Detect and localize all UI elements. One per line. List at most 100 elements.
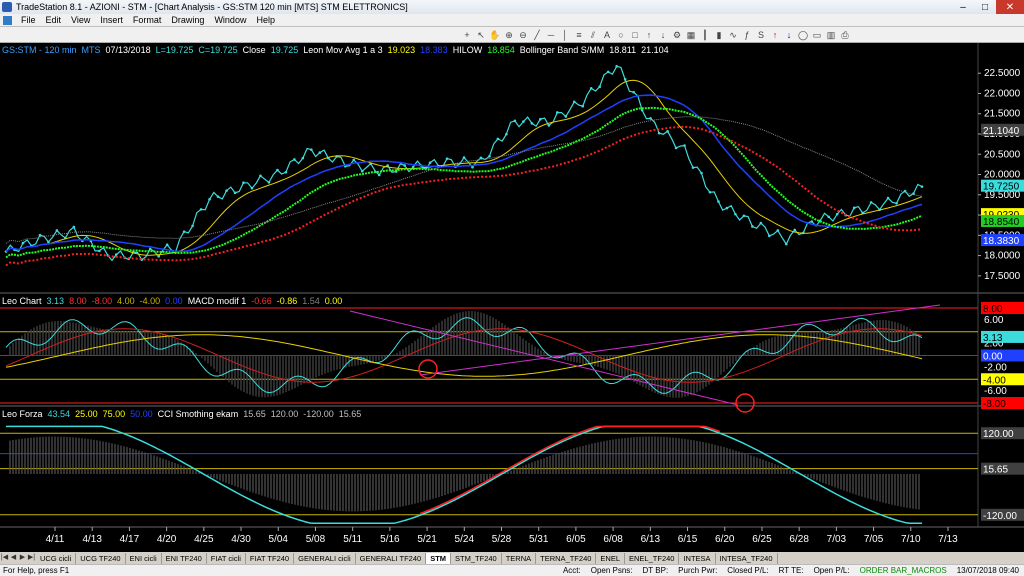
toolbar-row: + ↖ ✋ ⊕ ⊖ ╱ ─ │ ≡ ⫽ A ○ □ ↑ ↓ ⚙ ▦ ┃ ▮ ∿ … bbox=[0, 27, 1024, 43]
chart-area[interactable]: 22.500022.000021.500021.000020.500020.00… bbox=[0, 43, 1024, 552]
macd-header-label-5: -4.00 bbox=[139, 296, 161, 306]
tab-intesa-tf240[interactable]: INTESA_TF240 bbox=[716, 552, 778, 564]
close-price-point bbox=[310, 148, 313, 151]
tab-enel[interactable]: ENEL bbox=[596, 552, 626, 564]
x-tick-label: 5/11 bbox=[343, 534, 362, 545]
menu-view[interactable]: View bbox=[66, 15, 95, 25]
close-price-point bbox=[496, 137, 500, 141]
status-macros[interactable]: ORDER BAR_MACROS bbox=[855, 566, 952, 575]
menu-insert[interactable]: Insert bbox=[95, 15, 128, 25]
price-header-label-0: GS:STM - 120 min bbox=[2, 45, 77, 55]
close-price-point bbox=[225, 189, 228, 193]
ellipse-icon[interactable]: ○ bbox=[615, 29, 627, 41]
gear-icon[interactable]: ⚙ bbox=[671, 29, 683, 41]
price-value-box-label: 21.1040 bbox=[983, 126, 1020, 137]
macd-highlight-circle bbox=[418, 359, 438, 379]
insert-indicator-icon[interactable]: ƒ bbox=[741, 29, 753, 41]
close-price-point bbox=[157, 255, 160, 258]
tab-generali-cicli[interactable]: GENERALI cicli bbox=[294, 552, 356, 564]
bollinger-line bbox=[5, 116, 923, 244]
maximize-button[interactable]: □ bbox=[974, 0, 996, 14]
circle-icon[interactable]: ◯ bbox=[797, 29, 809, 41]
tab-ucg-cicli[interactable]: UCG cicli bbox=[36, 552, 77, 564]
macd-header-label-4: 4.00 bbox=[117, 296, 135, 306]
fibonacci-icon[interactable]: ≡ bbox=[573, 29, 585, 41]
tab-enel-tf240[interactable]: ENEL_TF240 bbox=[625, 552, 680, 564]
tab-intesa[interactable]: INTESA bbox=[679, 552, 716, 564]
close-price-point bbox=[191, 224, 194, 228]
hand-icon[interactable]: ✋ bbox=[489, 29, 501, 41]
tab-generali-tf240[interactable]: GENERALI TF240 bbox=[356, 552, 427, 564]
close-price-point bbox=[72, 225, 76, 229]
price-tick-label: 22.0000 bbox=[984, 88, 1021, 99]
rectangle-icon[interactable]: □ bbox=[629, 29, 641, 41]
tab-last-icon[interactable]: ▶| bbox=[27, 553, 36, 563]
menu-format[interactable]: Format bbox=[128, 15, 167, 25]
menu-bar: File Edit View Insert Format Drawing Win… bbox=[0, 14, 1024, 27]
tradestation-window: TradeStation 8.1 - AZIONI - STM - [Chart… bbox=[0, 0, 1024, 576]
tab-eni-cicli[interactable]: ENI cicli bbox=[126, 552, 162, 564]
x-tick-label: 6/08 bbox=[603, 534, 623, 545]
arrow-down-icon[interactable]: ↓ bbox=[657, 29, 669, 41]
status-purch-pwr: Purch Pwr: bbox=[678, 566, 718, 575]
tab-fiat-tf240[interactable]: FIAT TF240 bbox=[246, 552, 295, 564]
tab-stm-tf240[interactable]: STM_TF240 bbox=[451, 552, 502, 564]
macd-header-label-9: -0.86 bbox=[276, 296, 298, 306]
close-button[interactable]: ✕ bbox=[996, 0, 1024, 14]
horizontal-line-icon[interactable]: ─ bbox=[545, 29, 557, 41]
macd-value-box-label: 0.00 bbox=[983, 352, 1003, 363]
menu-edit[interactable]: Edit bbox=[41, 15, 67, 25]
close-price-point bbox=[869, 201, 873, 204]
menu-drawing[interactable]: Drawing bbox=[166, 15, 209, 25]
price-header-label-1: MTS bbox=[81, 45, 101, 55]
minimize-button[interactable]: – bbox=[952, 0, 974, 14]
red-arrow-icon[interactable]: ↑ bbox=[769, 29, 781, 41]
status-bar: For Help, press F1 Acct: Open Psns: DT B… bbox=[0, 564, 1024, 576]
price-tick-label: 17.5000 bbox=[984, 271, 1021, 282]
channel-icon[interactable]: ⫽ bbox=[587, 29, 599, 41]
tab-terna[interactable]: TERNA bbox=[502, 552, 537, 564]
forza-header-label-8: -120.00 bbox=[303, 409, 334, 419]
tab-terna-tf240[interactable]: TERNA_TF240 bbox=[536, 552, 597, 564]
tab-next-icon[interactable]: ▶ bbox=[18, 553, 27, 563]
tab-stm[interactable]: STM bbox=[426, 552, 452, 564]
menu-file[interactable]: File bbox=[16, 15, 41, 25]
grid-icon[interactable]: ▦ bbox=[685, 29, 697, 41]
tab-fiat-cicli[interactable]: FIAT cicli bbox=[207, 552, 246, 564]
pointer-icon[interactable]: ↖ bbox=[475, 29, 487, 41]
close-price-point bbox=[360, 169, 364, 173]
close-price-point bbox=[734, 212, 737, 216]
blue-arrow-icon[interactable]: ↓ bbox=[783, 29, 795, 41]
tab-eni-tf240[interactable]: ENI TF240 bbox=[162, 552, 207, 564]
x-tick-label: 6/20 bbox=[715, 534, 735, 545]
status-help: For Help, press F1 bbox=[3, 566, 70, 575]
vertical-line-icon[interactable]: │ bbox=[559, 29, 571, 41]
close-price-point bbox=[700, 171, 703, 175]
zoom-in-icon[interactable]: ⊕ bbox=[503, 29, 515, 41]
close-price-point bbox=[293, 158, 296, 161]
close-price-point bbox=[165, 243, 169, 247]
arrow-up-icon[interactable]: ↑ bbox=[643, 29, 655, 41]
tab-ucg-tf240[interactable]: UCG TF240 bbox=[76, 552, 126, 564]
line-chart-icon[interactable]: ∿ bbox=[727, 29, 739, 41]
bars-icon[interactable]: ┃ bbox=[699, 29, 711, 41]
zoom-out-icon[interactable]: ⊖ bbox=[517, 29, 529, 41]
menu-help[interactable]: Help bbox=[251, 15, 280, 25]
candles-icon[interactable]: ▮ bbox=[713, 29, 725, 41]
window-icon[interactable]: ▭ bbox=[811, 29, 823, 41]
close-price-point bbox=[920, 185, 924, 188]
crosshair-icon[interactable]: + bbox=[461, 29, 473, 41]
print-icon[interactable]: ⎙ bbox=[839, 29, 851, 41]
menu-window[interactable]: Window bbox=[209, 15, 251, 25]
forza-pane-header: Leo Forza 43.54 25.00 75.00 50.00 CCI Smothin… bbox=[2, 409, 366, 419]
forza-header-label-9: 15.65 bbox=[338, 409, 362, 419]
text-icon[interactable]: A bbox=[601, 29, 613, 41]
close-price-point bbox=[598, 85, 602, 88]
trendline-icon[interactable]: ╱ bbox=[531, 29, 543, 41]
strategy-icon[interactable]: S bbox=[755, 29, 767, 41]
tab-prev-icon[interactable]: ◀ bbox=[9, 553, 18, 563]
x-tick-label: 5/08 bbox=[306, 534, 326, 545]
split-icon[interactable]: ▥ bbox=[825, 29, 837, 41]
tab-first-icon[interactable]: |◀ bbox=[0, 553, 9, 563]
close-price-point bbox=[742, 214, 746, 218]
